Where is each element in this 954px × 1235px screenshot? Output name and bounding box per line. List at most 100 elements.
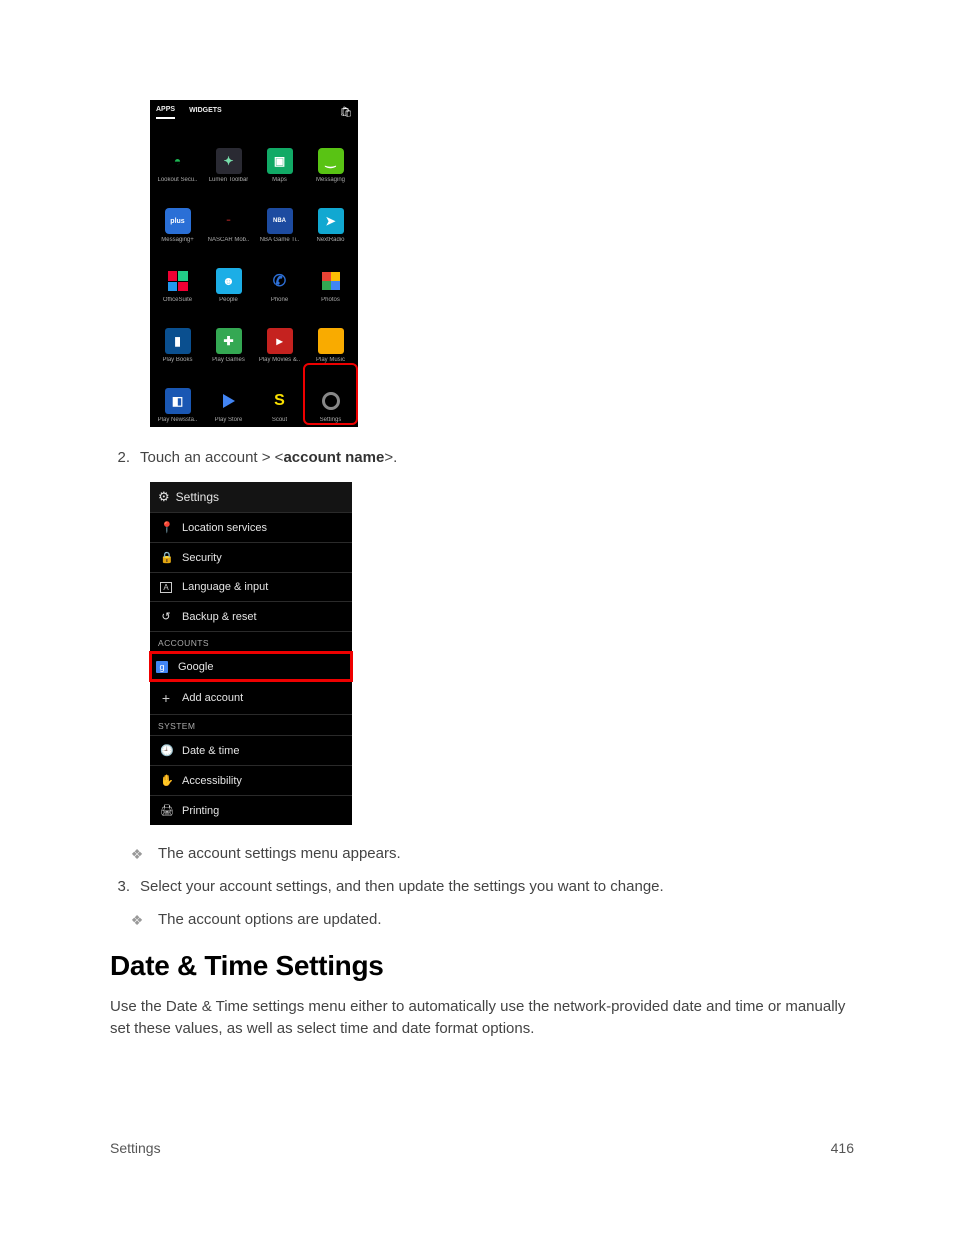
tab-widgets[interactable]: WIDGETS [189, 107, 222, 118]
settings-item-label: Add account [182, 692, 243, 704]
photos-icon [318, 268, 344, 294]
step-3: 3. Select your account settings, and the… [110, 878, 854, 895]
app-lumen-toolbar[interactable]: ✦ Lumen Toolbar [203, 125, 254, 183]
settings-item-label: Location services [182, 522, 267, 534]
clover-icon: ❖ [128, 845, 146, 861]
settings-item-accessibility[interactable]: ✋ Accessibility [150, 765, 352, 795]
section-paragraph: Use the Date & Time settings menu either… [110, 996, 854, 1040]
plus-icon: + [160, 690, 172, 706]
pstore-icon [216, 388, 242, 414]
app-nextradio[interactable]: ➤NextRadio [305, 185, 356, 243]
settings-item-label: Language & input [182, 581, 268, 593]
app-label: Play Newssta.. [158, 417, 198, 423]
app-label: Lumen Toolbar [209, 177, 249, 183]
clock-icon: 🕘 [160, 744, 172, 757]
app-phone[interactable]: ✆ Phone [254, 245, 305, 303]
app-play-books[interactable]: ▮Play Books [152, 305, 203, 363]
app-people[interactable]: ☻ People [203, 245, 254, 303]
result-bullet: ❖ The account options are updated. [128, 911, 854, 928]
app-play-newssta-[interactable]: ◧Play Newssta.. [152, 365, 203, 423]
app-label: Maps [272, 177, 287, 183]
settings-item-add-account[interactable]: + Add account [150, 681, 352, 714]
app-officesuite[interactable]: OfficeSuite [152, 245, 203, 303]
section-accounts: ACCOUNTS [150, 631, 352, 652]
app-label: Play Music [316, 357, 345, 363]
account-name-bold: account name [283, 449, 384, 466]
office-icon [165, 268, 191, 294]
app-label: Scout [272, 417, 287, 423]
bullet-text: The account settings menu appears. [158, 845, 401, 862]
nascar-icon: ═ [216, 208, 242, 234]
printer-icon: 🖨 [160, 804, 172, 817]
result-bullet: ❖ The account settings menu appears. [128, 845, 854, 862]
settings-header: ⚙ Settings [150, 482, 352, 512]
app-play-music[interactable]: Play Music [305, 305, 356, 363]
settings-item-date-time[interactable]: 🕘 Date & time [150, 735, 352, 765]
section-system: SYSTEM [150, 714, 352, 735]
settings-item-language-input[interactable]: ALanguage & input [150, 572, 352, 601]
screenshot-settings: ⚙ Settings 📍 Location services 🔒SecurityAL… [150, 482, 352, 825]
pbooks-icon: ▮ [165, 328, 191, 354]
app-photos[interactable]: Photos [305, 245, 356, 303]
app-messaging-[interactable]: plus Messaging+ [152, 185, 203, 243]
lookout-icon: ◓ [165, 148, 191, 174]
app-label: Phone [271, 297, 288, 303]
settings-item-label: Printing [182, 805, 219, 817]
page-footer: Settings 416 [110, 1140, 854, 1156]
screenshot-app-drawer: APPS WIDGETS 🛍 ◓Lookout Secu.. ✦ Lumen Too… [150, 100, 358, 427]
footer-page-number: 416 [831, 1140, 854, 1156]
lumen-icon: ✦ [216, 148, 242, 174]
app-maps[interactable]: ▣ Maps [254, 125, 305, 183]
step-2: 2. Touch an account > <account name>. [110, 449, 854, 466]
location-icon: 📍 [160, 521, 172, 534]
app-messaging[interactable]: ‿ Messaging [305, 125, 356, 183]
msgplus-icon: plus [165, 208, 191, 234]
settings-item-google[interactable]: g Google [150, 652, 352, 681]
step-text: Select your account settings, and then u… [140, 878, 664, 895]
people-icon: ☻ [216, 268, 242, 294]
settings-item-printing[interactable]: 🖨 Printing [150, 795, 352, 825]
app-label: NASCAR Mob.. [208, 237, 250, 243]
phone-icon: ✆ [267, 268, 293, 294]
shop-icon[interactable]: 🛍 [340, 107, 352, 119]
hand-icon: ✋ [160, 774, 172, 787]
google-icon: g [156, 661, 168, 673]
app-lookout-secu-[interactable]: ◓Lookout Secu.. [152, 125, 203, 183]
app-play-movies-[interactable]: ▸Play Movies &.. [254, 305, 305, 363]
settings-title: Settings [176, 490, 219, 504]
app-label: Settings [320, 417, 342, 423]
app-nascar-mob-[interactable]: ═ NASCAR Mob.. [203, 185, 254, 243]
app-label: Photos [321, 297, 340, 303]
footer-section: Settings [110, 1140, 161, 1156]
settings-item-backup-reset[interactable]: ↺Backup & reset [150, 601, 352, 631]
app-label: Messaging [316, 177, 345, 183]
tab-apps[interactable]: APPS [156, 106, 175, 119]
app-play-games[interactable]: ✚Play Games [203, 305, 254, 363]
app-play-store[interactable]: Play Store [203, 365, 254, 423]
nba-icon: NBA [267, 208, 293, 234]
settings-item-location-services[interactable]: 📍 Location services [150, 512, 352, 542]
bullet-text: The account options are updated. [158, 911, 382, 928]
settings-item-security[interactable]: 🔒Security [150, 542, 352, 572]
scout-icon: S [267, 388, 293, 414]
app-label: NextRadio [316, 237, 344, 243]
step-text: Touch an account > <account name>. [140, 449, 397, 466]
settings-item-label: Backup & reset [182, 611, 257, 623]
msg-icon: ‿ [318, 148, 344, 174]
app-nba-game-ti-[interactable]: NBA NBA Game Ti.. [254, 185, 305, 243]
settings-icon [318, 388, 344, 414]
settings-item-label: Accessibility [182, 775, 242, 787]
app-label: Play Games [212, 357, 245, 363]
app-label: People [219, 297, 238, 303]
app-drawer-tabs: APPS WIDGETS 🛍 [150, 100, 358, 119]
app-settings[interactable]: Settings [305, 365, 356, 423]
pmusic-icon [318, 328, 344, 354]
settings-item-label: Security [182, 552, 222, 564]
app-scout[interactable]: S Scout [254, 365, 305, 423]
gear-icon: ⚙ [158, 489, 170, 505]
maps-icon: ▣ [267, 148, 293, 174]
app-label: NBA Game Ti.. [260, 237, 300, 243]
settings-item-label: Date & time [182, 745, 239, 757]
app-label: Messaging+ [161, 237, 194, 243]
step-number: 3. [110, 878, 130, 895]
